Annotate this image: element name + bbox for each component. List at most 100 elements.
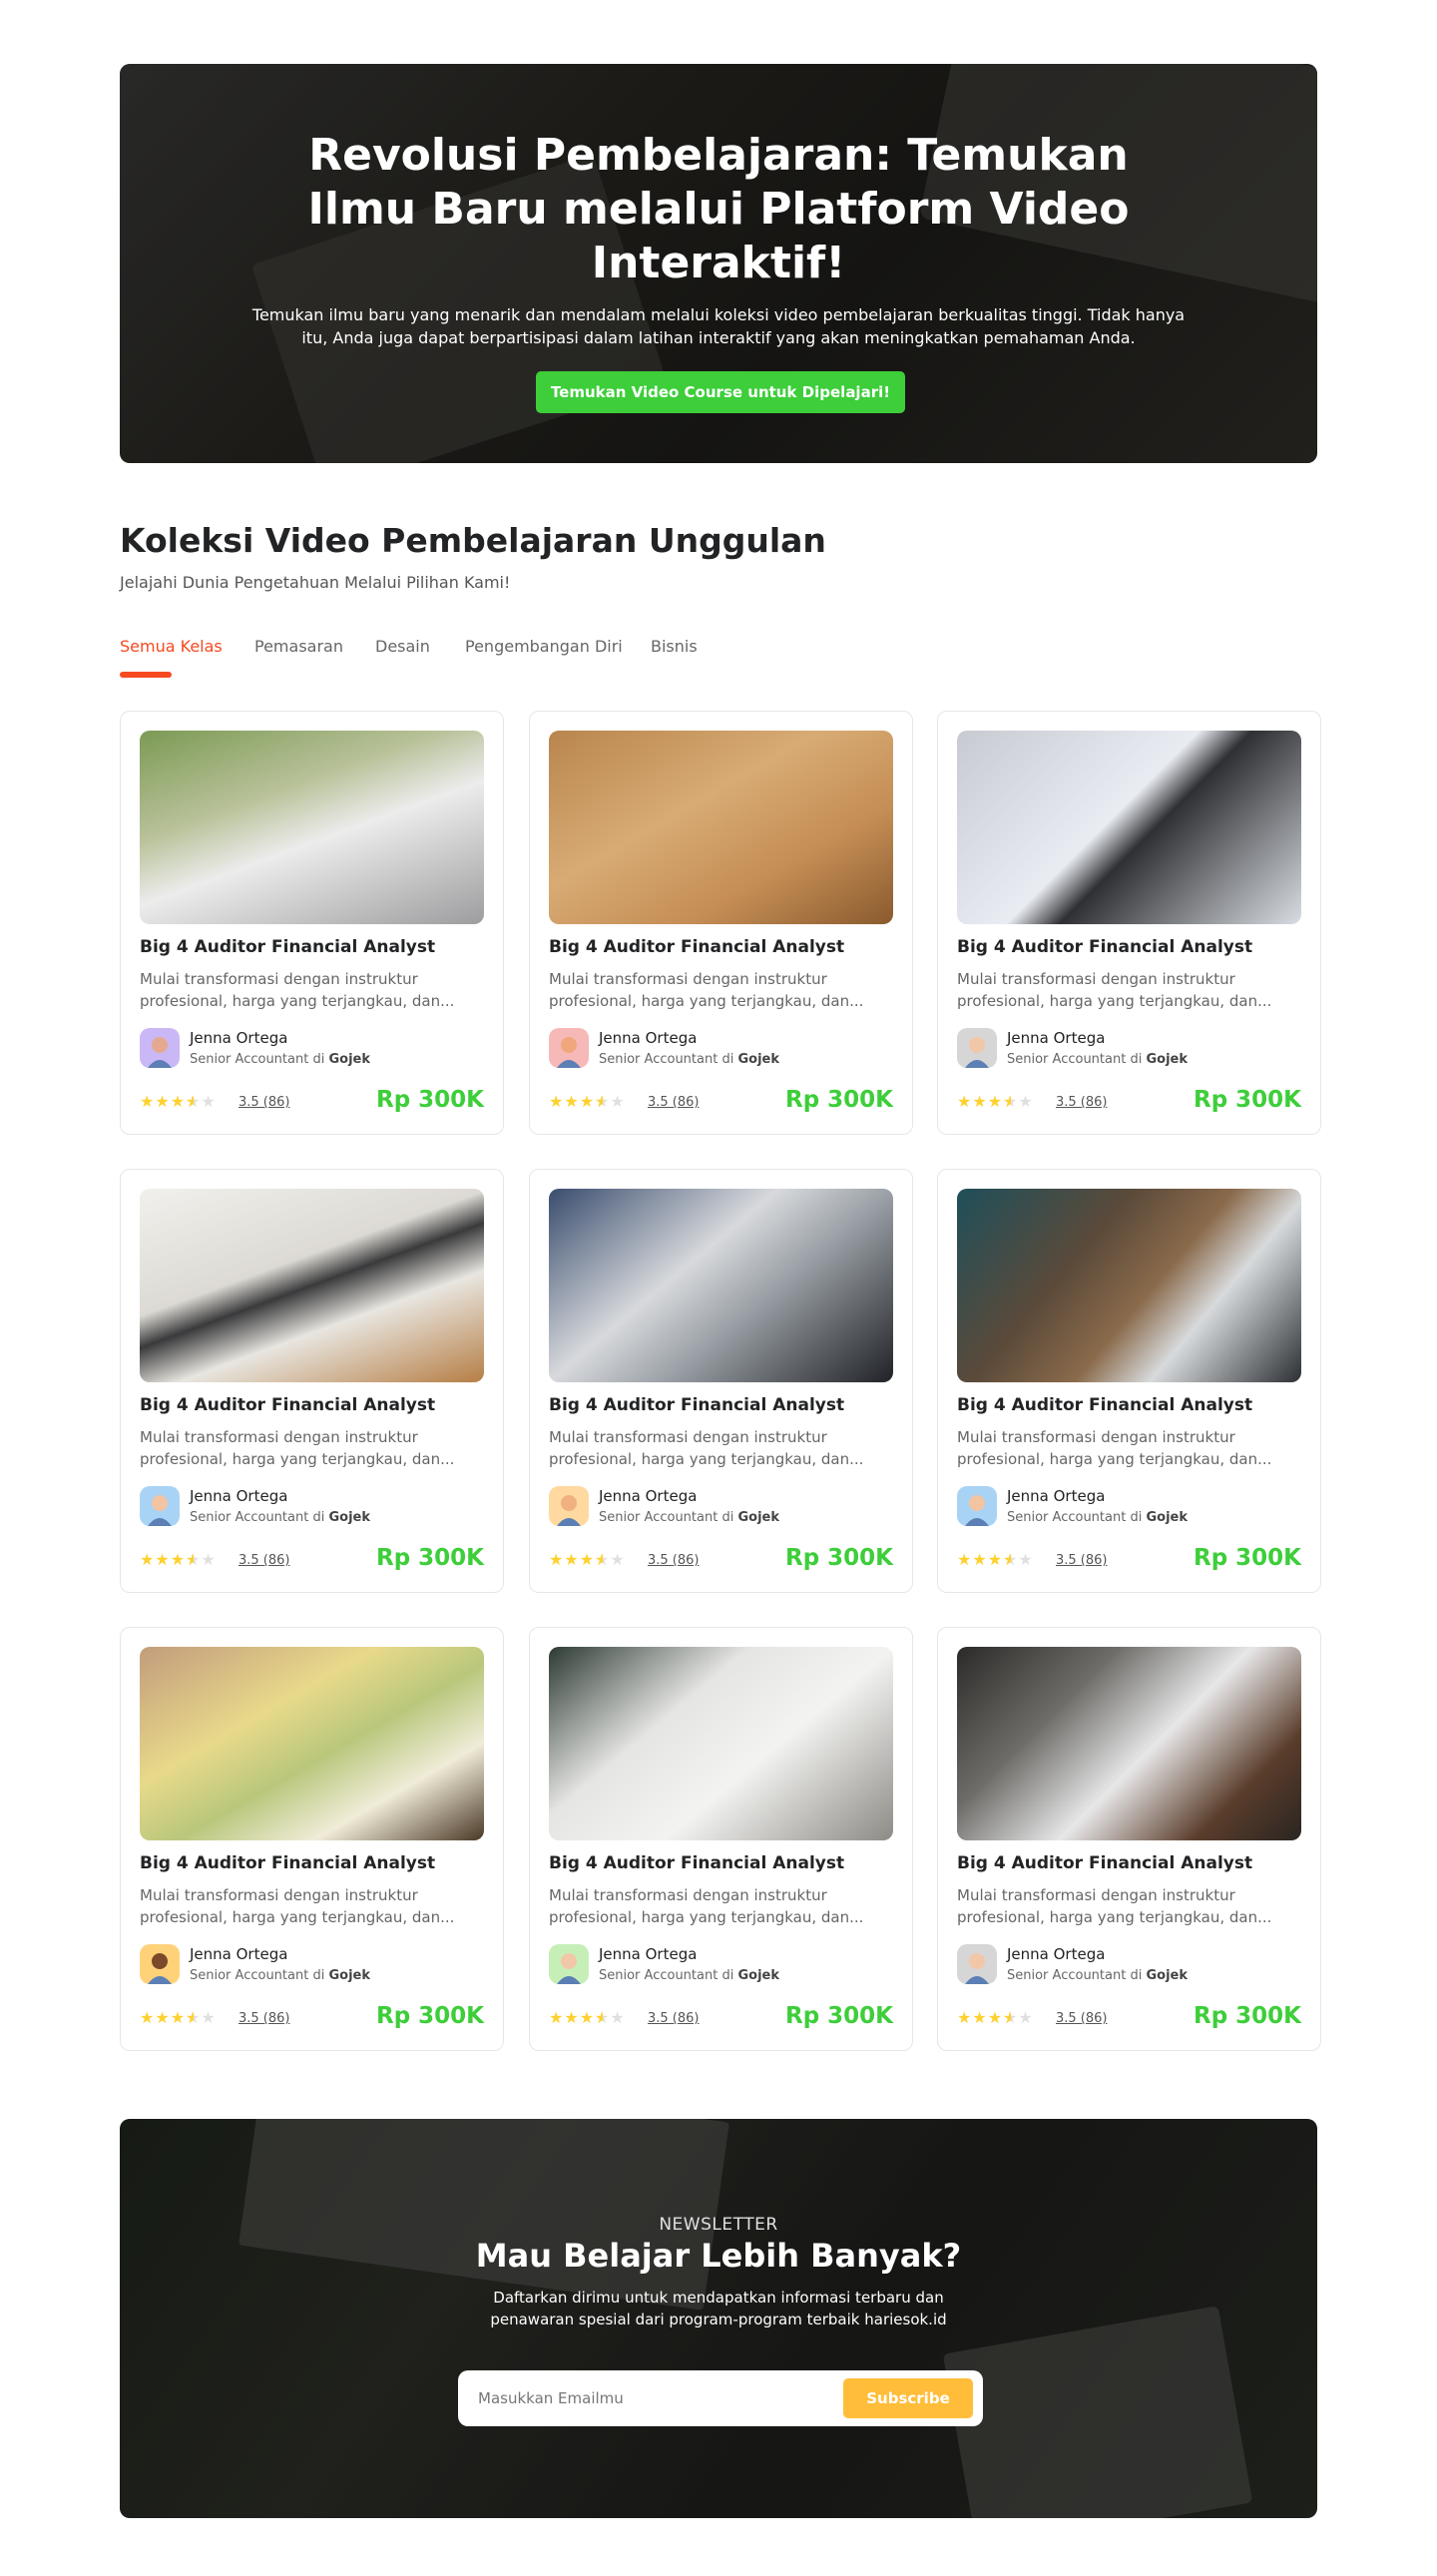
rating-link[interactable]: 3.5 (86) <box>648 1553 700 1568</box>
star-icon: ★ <box>549 2008 565 2027</box>
course-card[interactable]: Big 4 Auditor Financial Analyst Mulai tra… <box>120 1627 504 2051</box>
course-thumbnail[interactable] <box>549 1189 893 1382</box>
author-company: Gojek <box>328 1968 370 1983</box>
newsletter-description: Daftarkan dirimu untuk mendapatkan infor… <box>490 2289 947 2328</box>
tab-bisnis[interactable]: Bisnis <box>651 637 698 656</box>
rating-link[interactable]: 3.5 (86) <box>239 1553 290 1568</box>
rating-stars: ★★★★★★ <box>957 1551 1034 1569</box>
rating-stars: ★★★★★★ <box>957 1093 1034 1111</box>
star-icon: ★ <box>564 1550 580 1569</box>
subscribe-button[interactable]: Subscribe <box>843 2378 973 2418</box>
course-card[interactable]: Big 4 Auditor Financial Analyst Mulai tra… <box>937 1169 1321 1593</box>
tab-pengembangan-diri[interactable]: Pengembangan Diri <box>465 637 623 656</box>
star-icon: ★ <box>155 2008 171 2027</box>
course-title[interactable]: Big 4 Auditor Financial Analyst <box>140 1853 435 1873</box>
author-name: Jenna Ortega <box>190 1945 288 1963</box>
star-half-icon: ★★ <box>186 1092 202 1111</box>
star-icon: ★ <box>170 2008 187 2027</box>
course-description: Mulai transformasi dengan instruktur pro… <box>549 1886 864 1926</box>
rating-stars: ★★★★★★ <box>549 1551 626 1569</box>
newsletter-label: NEWSLETTER <box>659 2215 778 2235</box>
rating-link[interactable]: 3.5 (86) <box>1056 2011 1108 2026</box>
star-icon: ★ <box>972 1550 988 1569</box>
course-title[interactable]: Big 4 Auditor Financial Analyst <box>957 1853 1252 1873</box>
avatar <box>140 1486 180 1526</box>
course-description: Mulai transformasi dengan instruktur pro… <box>957 1428 1272 1468</box>
author-company: Gojek <box>328 1510 370 1525</box>
star-icon: ★ <box>170 1092 187 1111</box>
star-icon: ★ <box>610 2008 626 2027</box>
tab-desain[interactable]: Desain <box>375 637 430 656</box>
star-icon: ★ <box>579 1092 596 1111</box>
rating-link[interactable]: 3.5 (86) <box>648 1095 700 1110</box>
course-thumbnail[interactable] <box>549 1647 893 1840</box>
rating-link[interactable]: 3.5 (86) <box>648 2011 700 2026</box>
rating-link[interactable]: 3.5 (86) <box>1056 1553 1108 1568</box>
collection-title: Koleksi Video Pembelajaran Unggulan <box>120 521 826 560</box>
course-description: Mulai transformasi dengan instruktur pro… <box>549 1428 864 1468</box>
author-role: Senior Accountant di Gojek <box>190 1052 370 1067</box>
author-role-title: Senior Accountant di <box>599 1968 734 1983</box>
star-icon: ★ <box>201 1550 217 1569</box>
course-price: Rp 300K <box>784 1545 893 1571</box>
course-thumbnail[interactable] <box>549 731 893 924</box>
rating-link[interactable]: 3.5 (86) <box>239 2011 290 2026</box>
course-title[interactable]: Big 4 Auditor Financial Analyst <box>957 937 1252 957</box>
author-role-title: Senior Accountant di <box>599 1510 734 1525</box>
star-icon: ★ <box>549 1550 565 1569</box>
course-card[interactable]: Big 4 Auditor Financial Analyst Mulai tra… <box>937 711 1321 1135</box>
star-icon: ★ <box>155 1092 171 1111</box>
rating-link[interactable]: 3.5 (86) <box>1056 1095 1108 1110</box>
email-input[interactable] <box>478 2378 817 2418</box>
star-icon: ★ <box>140 2008 156 2027</box>
course-card[interactable]: Big 4 Auditor Financial Analyst Mulai tra… <box>937 1627 1321 2051</box>
author-company: Gojek <box>328 1052 370 1067</box>
course-title[interactable]: Big 4 Auditor Financial Analyst <box>549 1395 844 1415</box>
course-title[interactable]: Big 4 Auditor Financial Analyst <box>549 1853 844 1873</box>
course-thumbnail[interactable] <box>140 1189 484 1382</box>
course-thumbnail[interactable] <box>957 1647 1301 1840</box>
avatar <box>140 1028 180 1068</box>
star-half-icon: ★★ <box>186 1550 202 1569</box>
course-card[interactable]: Big 4 Auditor Financial Analyst Mulai tra… <box>120 1169 504 1593</box>
author-role: Senior Accountant di Gojek <box>599 1968 779 1983</box>
tab-semua-kelas[interactable]: Semua Kelas <box>120 637 223 656</box>
star-half-icon: ★★ <box>1003 1550 1019 1569</box>
rating-stars: ★★★★★★ <box>549 2009 626 2027</box>
course-card[interactable]: Big 4 Auditor Financial Analyst Mulai tra… <box>529 711 913 1135</box>
author-role-title: Senior Accountant di <box>1007 1968 1143 1983</box>
course-title[interactable]: Big 4 Auditor Financial Analyst <box>549 937 844 957</box>
star-icon: ★ <box>972 2008 988 2027</box>
star-icon: ★ <box>957 2008 973 2027</box>
author-role: Senior Accountant di Gojek <box>190 1510 370 1525</box>
find-course-button[interactable]: Temukan Video Course untuk Dipelajari! <box>536 371 905 413</box>
newsletter-title: Mau Belajar Lebih Banyak? <box>475 2237 962 2275</box>
newsletter-form: Subscribe <box>458 2370 983 2426</box>
course-description: Mulai transformasi dengan instruktur pro… <box>957 1886 1272 1926</box>
star-icon: ★ <box>1018 1092 1034 1111</box>
star-icon: ★ <box>1018 2008 1034 2027</box>
rating-stars: ★★★★★★ <box>140 1551 217 1569</box>
author-role-title: Senior Accountant di <box>190 1052 325 1067</box>
course-card[interactable]: Big 4 Auditor Financial Analyst Mulai tra… <box>529 1627 913 2051</box>
course-title[interactable]: Big 4 Auditor Financial Analyst <box>140 1395 435 1415</box>
course-card[interactable]: Big 4 Auditor Financial Analyst Mulai tra… <box>120 711 504 1135</box>
author-name: Jenna Ortega <box>1007 1487 1106 1505</box>
course-title[interactable]: Big 4 Auditor Financial Analyst <box>140 937 435 957</box>
tab-pemasaran[interactable]: Pemasaran <box>254 637 343 656</box>
course-thumbnail[interactable] <box>140 1647 484 1840</box>
star-half-icon: ★★ <box>1003 2008 1019 2027</box>
course-title[interactable]: Big 4 Auditor Financial Analyst <box>957 1395 1252 1415</box>
course-thumbnail[interactable] <box>957 731 1301 924</box>
course-card[interactable]: Big 4 Auditor Financial Analyst Mulai tra… <box>529 1169 913 1593</box>
star-icon: ★ <box>987 1092 1004 1111</box>
author-role-title: Senior Accountant di <box>1007 1052 1143 1067</box>
course-description: Mulai transformasi dengan instruktur pro… <box>140 1428 455 1468</box>
course-thumbnail[interactable] <box>140 731 484 924</box>
course-thumbnail[interactable] <box>957 1189 1301 1382</box>
author-role-title: Senior Accountant di <box>190 1510 325 1525</box>
rating-stars: ★★★★★★ <box>140 2009 217 2027</box>
rating-stars: ★★★★★★ <box>957 2009 1034 2027</box>
star-icon: ★ <box>579 2008 596 2027</box>
rating-link[interactable]: 3.5 (86) <box>239 1095 290 1110</box>
